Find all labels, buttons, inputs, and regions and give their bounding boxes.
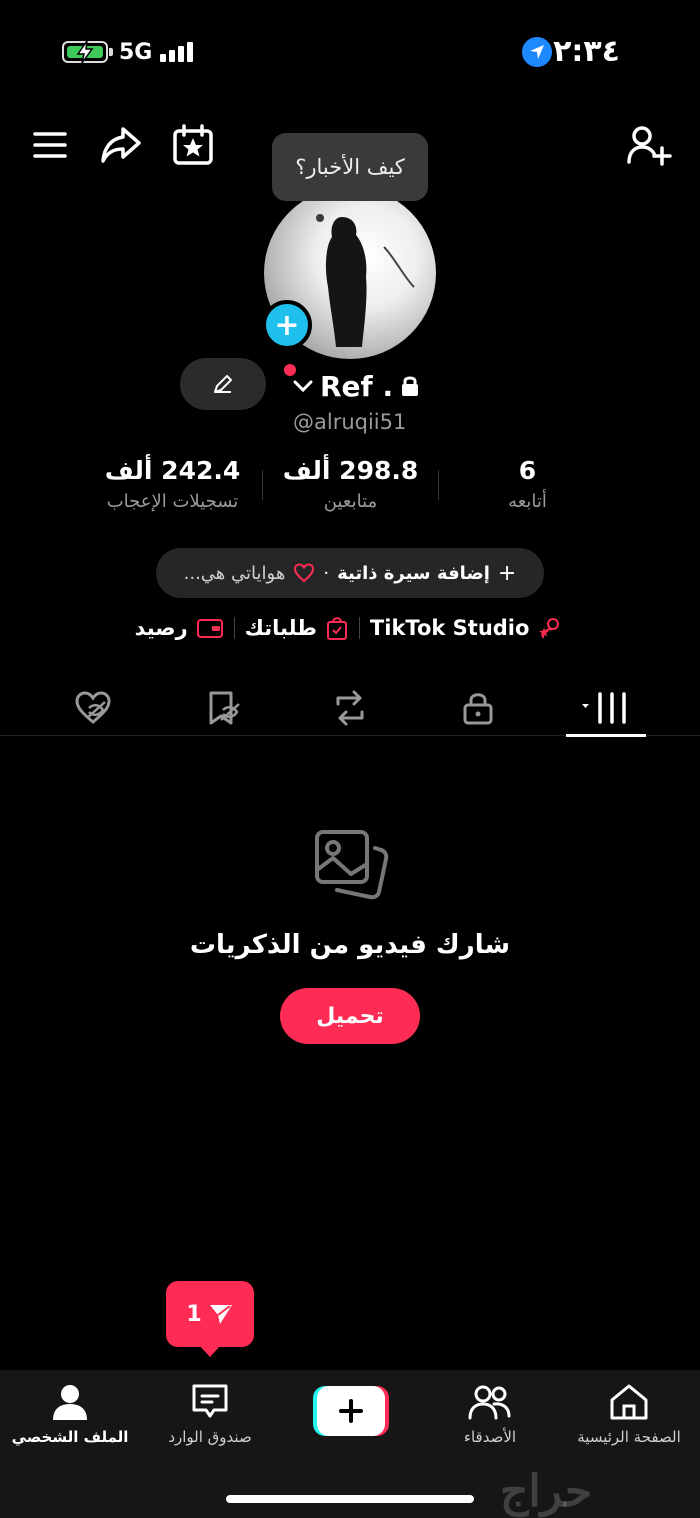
edit-profile-button[interactable] [180, 358, 266, 410]
add-bio-button[interactable]: + إضافة سيرة ذاتية · هواياتي هي... [156, 548, 544, 598]
share-icon[interactable] [98, 124, 144, 166]
nav-profile-label: الملف الشخصي [11, 1428, 129, 1446]
content-tabs [0, 680, 700, 737]
videos-grid-icon [582, 692, 626, 724]
tiktok-studio-link[interactable]: TikTok Studio [370, 616, 566, 640]
bubble-tail [316, 214, 324, 222]
upload-button[interactable]: تحميل [280, 988, 420, 1044]
tab-videos[interactable] [562, 680, 650, 737]
balance-label: رصيد [134, 616, 188, 640]
shopping-bag-icon [326, 617, 347, 640]
link-divider [233, 617, 235, 639]
signal-icon [160, 42, 193, 62]
calendar-star-icon[interactable] [170, 122, 216, 168]
status-time: ٢:٣٤ [553, 34, 620, 69]
heart-hidden-icon [75, 691, 111, 724]
battery-tip [109, 48, 113, 56]
bookmark-hidden-icon [209, 691, 240, 725]
location-icon [522, 37, 552, 67]
chevron-down-icon [293, 380, 313, 393]
lock-icon [463, 693, 493, 725]
pencil-icon [214, 375, 232, 393]
profile-name: Ref . [320, 369, 394, 403]
create-button[interactable] [313, 1386, 389, 1436]
orders-label: طلباتك [244, 616, 317, 640]
followers-stat[interactable]: 298.8 ألف متابعين [268, 456, 433, 512]
home-icon [610, 1384, 648, 1420]
profile-icon [53, 1385, 87, 1420]
plus-icon [313, 1386, 389, 1436]
add-bio-label: إضافة سيرة ذاتية [337, 562, 490, 584]
link-divider [358, 617, 360, 639]
inbox-notification-popup[interactable]: 1 [166, 1281, 254, 1347]
following-label: أتابعه [508, 491, 547, 512]
send-icon [209, 1305, 232, 1324]
following-stat[interactable]: 6 أتابعه [445, 456, 610, 512]
lock-icon [402, 376, 419, 396]
following-count: 6 [518, 456, 537, 485]
bio-separator: · [323, 562, 330, 584]
followers-label: متابعين [323, 491, 378, 512]
add-friend-icon[interactable] [626, 124, 672, 166]
stat-divider [262, 470, 263, 500]
likes-stat[interactable]: 242.4 ألف تسجيلات الإعجاب [90, 456, 255, 512]
likes-count: 242.4 ألف [104, 456, 241, 485]
network-type: 5G [119, 40, 153, 65]
nav-inbox[interactable]: صندوق الوارد [140, 1382, 280, 1452]
profile-handle: @alruqii51 [293, 410, 407, 434]
nav-inbox-label: صندوق الوارد [168, 1428, 252, 1446]
nav-profile[interactable]: الملف الشخصي [0, 1382, 140, 1452]
menu-icon[interactable] [30, 128, 70, 162]
friends-icon [468, 1385, 511, 1420]
bio-hobbies: هواياتي هي... [183, 562, 286, 584]
charging-bolt-icon [75, 40, 95, 68]
likes-label: تسجيلات الإعجاب [106, 491, 239, 512]
orders-link[interactable]: طلباتك [245, 615, 349, 641]
nav-home[interactable]: الصفحة الرئيسية [559, 1382, 699, 1452]
watermark-logo: حراج [500, 1466, 593, 1517]
heart-icon [294, 563, 315, 583]
nav-home-label: الصفحة الرئيسية [577, 1428, 681, 1446]
tab-reposts[interactable] [305, 680, 395, 736]
empty-state-title: شارك فيديو من الذكريات [189, 930, 511, 960]
balance-link[interactable]: رصيد [135, 616, 224, 640]
status-bubble[interactable]: كيف الأخبار؟ [272, 133, 428, 201]
inbox-icon [192, 1384, 228, 1418]
tab-liked-hidden[interactable] [48, 680, 138, 736]
tab-favorites-hidden[interactable] [178, 680, 268, 736]
wallet-icon [196, 619, 223, 638]
bottom-nav: الملف الشخصي صندوق الوارد الأصدقاء الصفح… [0, 1370, 700, 1518]
nav-friends[interactable]: الأصدقاء [420, 1382, 560, 1452]
tab-private[interactable] [433, 680, 523, 736]
photos-icon [311, 826, 391, 910]
home-indicator[interactable] [226, 1495, 474, 1503]
tiktok-studio-label: TikTok Studio [369, 616, 530, 640]
repost-icon [336, 690, 364, 726]
inbox-count: 1 [186, 1301, 202, 1327]
add-avatar-button[interactable]: + [262, 300, 312, 350]
stat-divider [438, 470, 439, 500]
plus-icon: + [497, 560, 517, 586]
profile-links: TikTok Studio طلباتك رصيد [120, 612, 580, 644]
creator-star-icon [539, 618, 560, 639]
account-switcher[interactable]: Ref . [292, 366, 421, 406]
followers-count: 298.8 ألف [282, 456, 419, 485]
nav-friends-label: الأصدقاء [463, 1428, 517, 1446]
popup-tail [199, 1345, 221, 1357]
